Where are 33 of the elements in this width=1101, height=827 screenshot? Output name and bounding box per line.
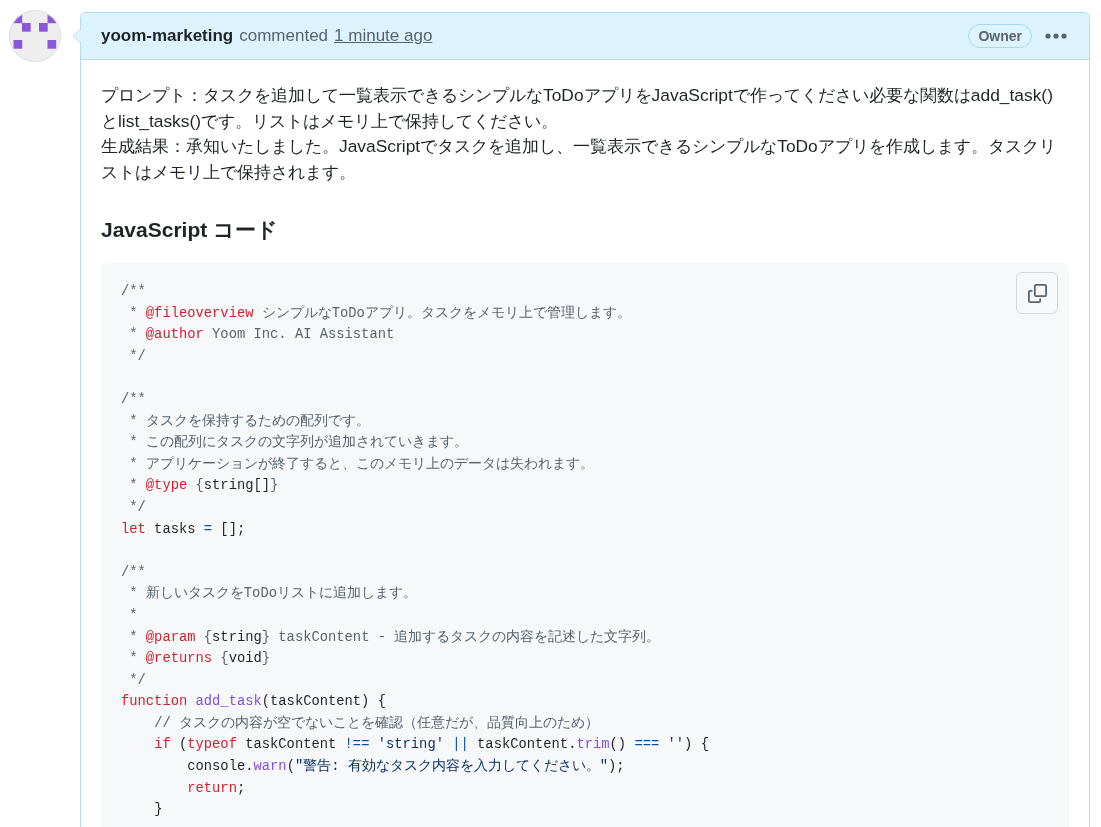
code-line: function add_task(taskContent) { (121, 694, 386, 710)
code-line: * アプリケーションが終了すると、このメモリ上のデータは失われます。 (129, 456, 594, 472)
code-line: if (typeof taskContent !== 'string' || taskContent.trim() === '') { (154, 737, 709, 753)
author-link[interactable]: yoom-marketing (101, 23, 234, 49)
code-line: * @returns {void} (129, 651, 271, 667)
code-line: * @param {string} taskContent - 追加するタスクの内容を記述した文字列。 (129, 629, 661, 645)
copy-icon (1027, 283, 1047, 303)
code-line: * @type {string[]} (129, 478, 279, 494)
section-heading: JavaScript コード (101, 217, 280, 243)
copy-button[interactable] (1016, 272, 1058, 314)
code-line: * (129, 607, 138, 623)
code-line: * この配列にタスクの文字列が追加されていきます。 (129, 435, 468, 451)
code-line: * @fileoverview シンプルなToDoアプリ。タスクをメモリ上で管理します。 (129, 305, 631, 321)
code-line: /** (121, 564, 146, 580)
action-text: commented (239, 25, 329, 48)
code-line: */ (129, 672, 146, 688)
code-line: // タスクの内容が空でないことを確認（任意だが、品質向上のため） (154, 715, 599, 731)
more-options-icon (1045, 33, 1067, 39)
avatar-icon[interactable] (9, 10, 61, 62)
code-line: * @author Yoom Inc. AI Assistant (129, 327, 395, 343)
code-line: console.warn("警告: 有効なタスク内容を入力してください。"); (187, 759, 625, 775)
code-line: let tasks = []; (121, 521, 246, 537)
code-line: */ (129, 348, 146, 364)
code-line: return; (187, 780, 246, 796)
code-line: * 新しいタスクをToDoリストに追加します。 (129, 586, 417, 602)
paragraph-text: 生成結果：承知いたしました。JavaScriptでタスクを追加し、一覧表示できるシンプルなToDoアプリを作成します。タスクリストはメモリ上で保持されます。 (101, 135, 1057, 184)
code-line: */ (129, 499, 146, 515)
code-line: /** (121, 391, 146, 407)
code-line: * タスクを保持するための配列です。 (129, 413, 370, 429)
paragraph-text: プロンプト：タスクを追加して一覧表示できるシンプルなToDoアプリをJavaScriptで作ってください必要な関数はadd_task()とlist_tasks()です。リストはメモリ上で保持してください。 (101, 84, 1054, 133)
timestamp-link[interactable]: 1 minute ago (334, 23, 433, 49)
code-line: } (154, 802, 163, 818)
code-line: /** (121, 284, 146, 299)
